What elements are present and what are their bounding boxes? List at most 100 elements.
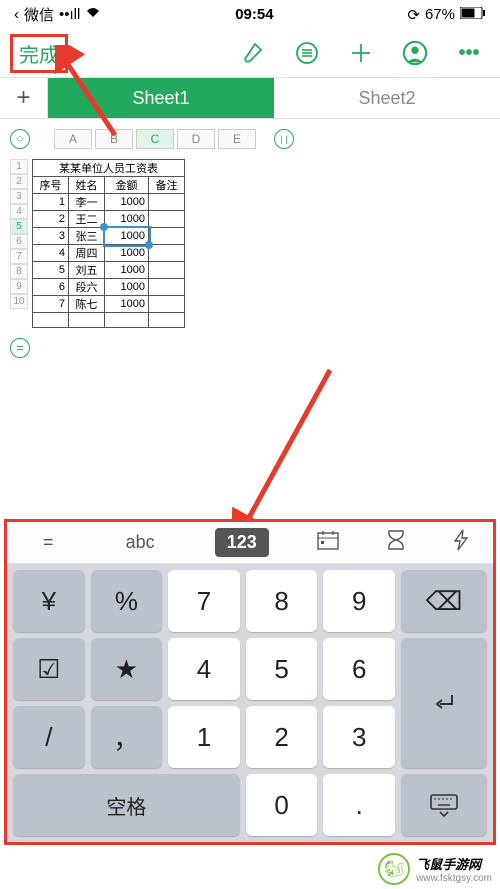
key-1[interactable]: 1 [168,706,240,768]
table-title[interactable]: 某某单位人员工资表 [33,160,185,177]
row-header[interactable]: 3 [10,189,28,204]
more-icon[interactable]: ••• [456,40,482,66]
key-dot[interactable]: . [323,774,395,836]
table-cell[interactable] [149,211,185,228]
carrier-label: 微信 [24,4,54,25]
table-cell[interactable] [149,194,185,211]
spreadsheet-area: ○ A B C D E | | 1 2 3 4 5 6 7 8 9 10 某某单… [0,119,500,368]
key-percent[interactable]: % [91,570,163,632]
key-3[interactable]: 3 [323,706,395,768]
circle-pause-button[interactable]: | | [274,129,294,149]
row-header[interactable]: 2 [10,174,28,189]
table-cell[interactable]: 1000 [105,245,149,262]
list-icon[interactable] [294,40,320,66]
table-cell[interactable]: 1000 [105,262,149,279]
keyboard-abc-mode[interactable]: abc [114,528,167,557]
table-cell[interactable]: 7 [33,296,69,313]
table-cell[interactable]: 3 [33,228,69,245]
status-bar: ‹ 微信 ••ıll 09:54 ⟳ 67% [0,0,500,29]
table-cell[interactable]: 王二 [69,211,105,228]
user-icon[interactable] [402,40,428,66]
key-9[interactable]: 9 [323,570,395,632]
calendar-icon[interactable] [317,530,339,555]
table-cell[interactable]: 4 [33,245,69,262]
key-6[interactable]: 6 [323,638,395,700]
table-cell[interactable]: 5 [33,262,69,279]
col-header-d[interactable]: D [177,129,215,149]
table-cell[interactable]: 周四 [69,245,105,262]
col-header-b[interactable]: B [95,129,133,149]
rotation-lock-icon: ⟳ [407,6,420,24]
row-header[interactable]: 4 [10,204,28,219]
key-space[interactable]: 空格 [13,774,240,836]
back-chevron-icon: ‹ [14,6,19,23]
bolt-icon[interactable] [453,529,469,556]
table-cell[interactable]: 陈七 [69,296,105,313]
row-header[interactable]: 9 [10,279,28,294]
table-cell-selected[interactable]: 1000 [105,228,149,245]
watermark-title: 飞鼠手游网 [416,854,492,873]
table-cell[interactable] [149,228,185,245]
key-checkbox[interactable]: ☑ [13,638,85,700]
signal-icon: ••ıll [59,6,80,23]
equals-button[interactable]: = [10,338,30,358]
row-header[interactable]: 1 [10,159,28,174]
key-slash[interactable]: / [13,706,85,768]
row-header[interactable]: 8 [10,264,28,279]
col-header-e[interactable]: E [218,129,256,149]
table-header[interactable]: 姓名 [69,177,105,194]
key-5[interactable]: 5 [246,638,318,700]
add-sheet-button[interactable]: + [0,78,48,118]
table-cell[interactable]: 张三 [69,228,105,245]
table-cell[interactable]: 2 [33,211,69,228]
table-header[interactable]: 序号 [33,177,69,194]
table-cell[interactable] [149,262,185,279]
key-0[interactable]: 0 [246,774,318,836]
key-yen[interactable]: ¥ [13,570,85,632]
row-header[interactable]: 5 [10,219,28,234]
row-header[interactable]: 10 [10,294,28,309]
keyboard-container: = abc 123 ¥ % 7 8 9 ⌫ ☑ ★ 4 5 6 / ， 1 2 … [4,519,496,845]
key-backspace[interactable]: ⌫ [401,570,487,632]
table-cell[interactable]: 1000 [105,194,149,211]
col-header-a[interactable]: A [54,129,92,149]
selection-handle-icon[interactable] [100,223,108,231]
table-header[interactable]: 备注 [149,177,185,194]
hourglass-icon[interactable] [387,529,405,556]
data-table[interactable]: 某某单位人员工资表 序号 姓名 金额 备注 1 李一 1000 2 王二 100… [32,159,185,328]
table-cell[interactable]: 1 [33,194,69,211]
table-cell[interactable]: 1000 [105,279,149,296]
keyboard-123-mode[interactable]: 123 [215,528,269,557]
key-2[interactable]: 2 [246,706,318,768]
table-cell[interactable] [149,296,185,313]
table-cell[interactable]: 6 [33,279,69,296]
selection-handle-icon[interactable] [145,241,153,249]
circle-o-button[interactable]: ○ [10,129,30,149]
table-header[interactable]: 金额 [105,177,149,194]
add-icon[interactable] [348,40,374,66]
key-7[interactable]: 7 [168,570,240,632]
sheet-tab-1[interactable]: Sheet1 [48,78,274,118]
key-comma[interactable]: ， [91,706,163,768]
table-cell[interactable] [149,279,185,296]
table-cell[interactable] [149,245,185,262]
key-star[interactable]: ★ [91,638,163,700]
brush-icon[interactable] [240,40,266,66]
keyboard-equals-mode[interactable]: = [31,528,66,557]
row-header[interactable]: 6 [10,234,28,249]
done-button[interactable]: 完成 [10,34,68,73]
table-cell[interactable]: 1000 [105,296,149,313]
key-8[interactable]: 8 [246,570,318,632]
key-keyboard-down[interactable] [401,774,487,836]
sheet-tab-2[interactable]: Sheet2 [274,78,500,118]
table-cell[interactable]: 段六 [69,279,105,296]
table-cell[interactable]: 李一 [69,194,105,211]
watermark-url: www.fsktgsy.com [416,873,492,884]
key-enter[interactable] [401,638,487,768]
key-4[interactable]: 4 [168,638,240,700]
keyboard-grid: ¥ % 7 8 9 ⌫ ☑ ★ 4 5 6 / ， 1 2 3 空格 0 . [7,564,493,842]
table-cell[interactable]: 1000 [105,211,149,228]
col-header-c[interactable]: C [136,129,174,149]
table-cell[interactable]: 刘五 [69,262,105,279]
row-header[interactable]: 7 [10,249,28,264]
